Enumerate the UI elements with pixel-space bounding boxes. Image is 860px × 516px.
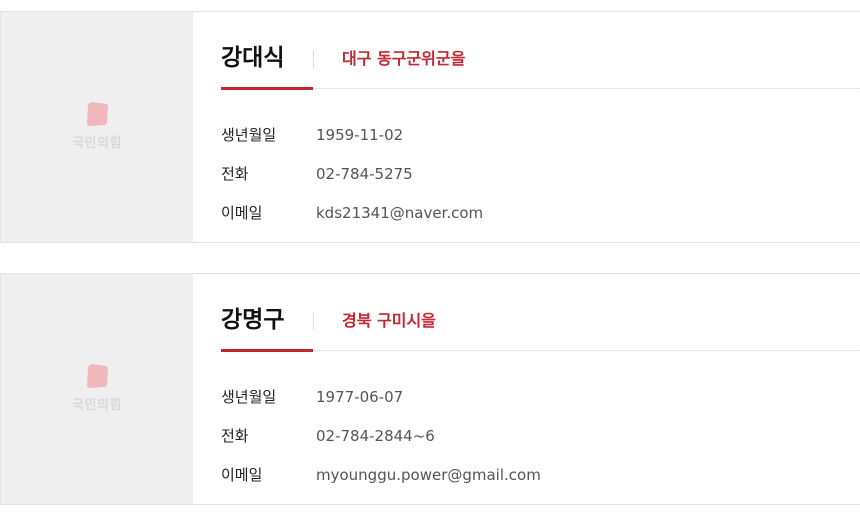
member-header: 강명구 경북 구미시을: [221, 274, 860, 352]
member-photo-placeholder: 국민의힘: [1, 274, 193, 504]
detail-row-birth: 생년월일 1959-11-02: [221, 115, 483, 154]
detail-label: 전화: [221, 426, 249, 445]
detail-row-birth: 생년월일 1977-06-07: [221, 377, 541, 416]
header-divider: [313, 50, 314, 68]
party-logo: 국민의힘: [61, 100, 133, 151]
party-logo: 국민의힘: [61, 362, 133, 413]
member-district: 경북 구미시을: [342, 311, 436, 330]
name-underline: [221, 349, 313, 352]
detail-label: 전화: [221, 164, 249, 183]
member-card[interactable]: 국민의힘 강명구 경북 구미시을 생년월일 1977-06-07 전화 02-7…: [0, 273, 860, 505]
member-photo-placeholder: 국민의힘: [1, 12, 193, 242]
detail-value[interactable]: myounggu.power@gmail.com: [316, 464, 541, 486]
member-district: 대구 동구군위군을: [342, 49, 466, 68]
party-logo-icon: [87, 364, 108, 388]
party-logo-icon: [87, 102, 108, 126]
member-card[interactable]: 국민의힘 강대식 대구 동구군위군을 생년월일 1959-11-02 전화 02…: [0, 11, 860, 243]
party-logo-text: 국민의힘: [72, 136, 122, 151]
detail-label: 이메일: [221, 465, 263, 484]
detail-value: 02-784-2844~6: [316, 426, 435, 445]
party-logo-text: 국민의힘: [72, 398, 122, 413]
member-info: 강대식 대구 동구군위군을 생년월일 1959-11-02 전화 02-784-…: [193, 12, 860, 242]
detail-row-phone: 전화 02-784-5275: [221, 154, 483, 193]
detail-value: 02-784-5275: [316, 164, 413, 183]
detail-label: 생년월일: [221, 125, 277, 144]
detail-value[interactable]: kds21341@naver.com: [316, 202, 483, 224]
member-name[interactable]: 강대식: [221, 43, 284, 73]
name-underline: [221, 87, 313, 90]
member-name[interactable]: 강명구: [221, 305, 284, 335]
detail-row-email: 이메일 kds21341@naver.com: [221, 193, 483, 232]
detail-value: 1959-11-02: [316, 125, 404, 144]
member-header: 강대식 대구 동구군위군을: [221, 12, 860, 90]
header-divider: [313, 312, 314, 330]
detail-row-phone: 전화 02-784-2844~6: [221, 416, 541, 455]
member-details: 생년월일 1977-06-07 전화 02-784-2844~6 이메일 myo…: [221, 377, 541, 494]
detail-value: 1977-06-07: [316, 387, 404, 406]
detail-label: 생년월일: [221, 387, 277, 406]
member-info: 강명구 경북 구미시을 생년월일 1977-06-07 전화 02-784-28…: [193, 274, 860, 504]
detail-row-email: 이메일 myounggu.power@gmail.com: [221, 455, 541, 494]
detail-label: 이메일: [221, 203, 263, 222]
member-details: 생년월일 1959-11-02 전화 02-784-5275 이메일 kds21…: [221, 115, 483, 232]
